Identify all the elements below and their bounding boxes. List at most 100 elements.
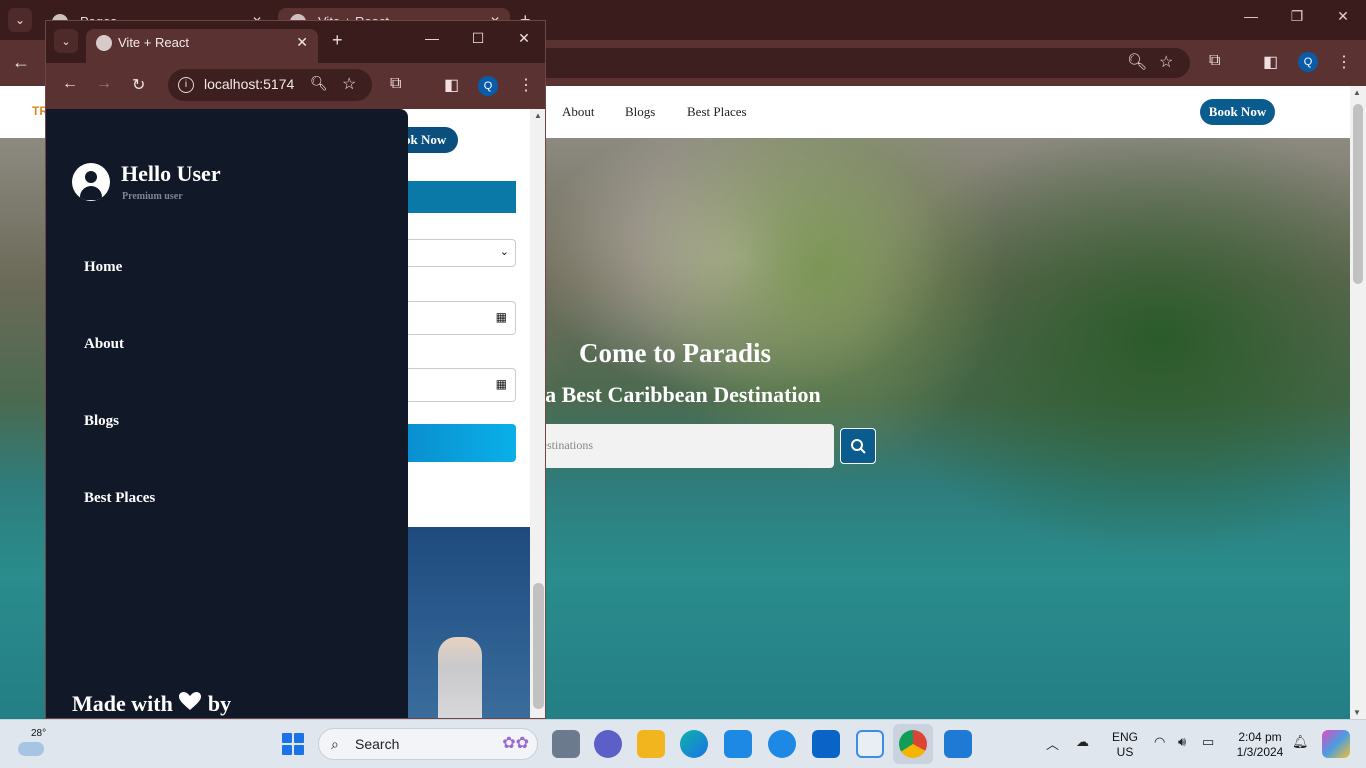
notification-bell-icon[interactable]: 🔔︎ [1292, 734, 1309, 750]
battery-icon[interactable]: ▭ [1202, 734, 1214, 750]
edge-icon[interactable] [680, 730, 708, 758]
outlook-icon[interactable] [812, 730, 840, 758]
volume-icon[interactable]: 🔊︎ [1178, 734, 1186, 750]
sidebar-drawer: Hello User Premium user Home About Blogs… [46, 109, 408, 718]
new-tab-button[interactable]: + [332, 30, 343, 51]
region-code: US [1116, 745, 1134, 759]
scroll-up-arrow[interactable]: ▲ [1353, 88, 1361, 97]
profile-avatar[interactable]: Q [1298, 52, 1318, 72]
footer-text: Made with [72, 691, 173, 716]
site-info-icon[interactable]: i [178, 77, 194, 93]
submit-button[interactable] [408, 424, 516, 462]
close-window-button[interactable]: ✕ [504, 30, 544, 47]
bookmark-star-icon[interactable]: ☆ [1159, 52, 1173, 72]
clock-time: 2:04 pm [1238, 730, 1282, 744]
nav-link-about[interactable]: About [562, 104, 595, 120]
taskbar-search[interactable]: ⌕ Search ✿✿ [318, 728, 538, 760]
chrome-icon[interactable] [899, 730, 927, 758]
calendar-icon: ▦ [495, 310, 507, 324]
language-indicator[interactable]: ENG US [1112, 730, 1138, 760]
zoom-icon[interactable]: 🔍︎ [310, 75, 328, 92]
search-highlight-icon: ✿✿ [502, 735, 529, 752]
weather-widget[interactable]: 28° [16, 728, 50, 762]
copilot-icon[interactable] [1322, 730, 1350, 758]
drawer-item-best-places[interactable]: Best Places [84, 490, 155, 507]
tab-search-button[interactable]: ⌄ [8, 8, 32, 32]
chat-icon[interactable] [594, 730, 622, 758]
cloud-icon [18, 742, 44, 756]
wifi-icon[interactable]: ◠ [1154, 734, 1165, 750]
drawer-item-about[interactable]: About [84, 336, 124, 353]
tips-icon[interactable] [768, 730, 796, 758]
hp-icon[interactable] [724, 730, 752, 758]
close-window-button[interactable]: ✕ [1320, 8, 1366, 25]
show-hidden-icons-chevron[interactable]: ︿ [1046, 734, 1059, 753]
user-avatar-icon [72, 163, 110, 201]
clock-date: 1/3/2024 [1236, 745, 1284, 759]
search-icon [851, 439, 866, 454]
chevron-down-icon: ⌄ [499, 246, 509, 258]
back-button[interactable]: ← [12, 52, 30, 73]
store-icon[interactable] [856, 730, 884, 758]
search-button[interactable] [840, 428, 876, 464]
bg-address-bar[interactable] [540, 48, 1190, 78]
globe-icon [96, 35, 112, 51]
minimize-button[interactable]: — [1228, 8, 1274, 24]
destination-search-input[interactable]: h Destinations [512, 424, 834, 468]
vscode-icon[interactable] [944, 730, 972, 758]
check-out-date-field[interactable]: ▦ [408, 368, 516, 402]
drawer-item-home[interactable]: Home [84, 259, 122, 276]
system-clock[interactable]: 2:04 pm 1/3/2024 [1230, 730, 1290, 760]
file-explorer-icon[interactable] [637, 730, 665, 758]
heart-icon [178, 691, 202, 717]
drawer-footer: Made with by [72, 691, 231, 717]
footer-suffix: by [207, 691, 232, 716]
zoom-icon[interactable]: 🔍︎ [1127, 52, 1147, 72]
fg-tab-strip: ⌄ Vite + React ✕ + — ☐ ✕ [46, 21, 545, 63]
bookmark-star-icon[interactable]: ☆ [342, 74, 356, 94]
nav-link-blogs[interactable]: Blogs [625, 104, 655, 120]
extensions-icon[interactable]: ⧉ [1209, 52, 1220, 70]
fg-toolbar: ← → ↻ i localhost:5174 🔍︎ ☆ ⧉ ◧ Q ⋮ [46, 63, 545, 109]
reload-button[interactable]: ↻ [132, 75, 145, 95]
fg-scrollbar[interactable]: ▲ [530, 109, 545, 718]
side-panel-icon[interactable]: ◧ [1263, 52, 1278, 72]
side-panel-icon[interactable]: ◧ [444, 75, 459, 95]
restore-button[interactable]: ❐ [1274, 8, 1320, 25]
task-view-icon[interactable] [552, 730, 580, 758]
start-button-icon[interactable] [282, 733, 304, 755]
windows-taskbar: 28° ⌕ Search ✿✿ ︿ ☁ ENG US ◠ 🔊︎ ▭ 2:04 p… [0, 719, 1366, 768]
minimize-button[interactable]: — [412, 30, 452, 46]
close-tab-icon[interactable]: ✕ [296, 34, 308, 51]
profile-avatar[interactable]: Q [478, 76, 498, 96]
fg-page-content: ok Now ⋮ ⌄ ▦ ▦ Hello User Premium user H… [46, 109, 530, 718]
greeting-title: Hello User [121, 161, 221, 186]
forward-button[interactable]: → [96, 75, 112, 93]
menu-kebab-icon[interactable]: ⋮ [518, 75, 534, 95]
scroll-up-arrow[interactable]: ▲ [534, 111, 542, 120]
form-header-bar [408, 181, 516, 213]
book-now-button[interactable]: Book Now [1200, 99, 1275, 125]
person-figure [438, 637, 482, 718]
user-role: Premium user [122, 191, 183, 202]
bg-scrollbar[interactable]: ▲ ▼ [1350, 86, 1366, 719]
fg-tab-vite[interactable]: Vite + React ✕ [86, 29, 318, 63]
url-text: localhost:5174 [204, 76, 295, 92]
address-bar[interactable]: i localhost:5174 🔍︎ ☆ [168, 69, 372, 101]
onedrive-icon[interactable]: ☁ [1076, 734, 1089, 750]
back-button[interactable]: ← [62, 75, 78, 93]
drawer-item-blogs[interactable]: Blogs [84, 413, 119, 430]
scroll-thumb[interactable] [533, 583, 544, 709]
destination-select[interactable]: ⌄ [408, 239, 516, 267]
nav-link-best-places[interactable]: Best Places [687, 104, 747, 120]
check-in-date-field[interactable]: ▦ [408, 301, 516, 335]
tab-search-button[interactable]: ⌄ [54, 29, 78, 53]
menu-kebab-icon[interactable]: ⋮ [1336, 52, 1352, 72]
scroll-down-arrow[interactable]: ▼ [1353, 708, 1361, 717]
foreground-browser-window: ⌄ Vite + React ✕ + — ☐ ✕ ← → ↻ i localho… [45, 20, 546, 719]
taskbar-search-label: Search [355, 736, 400, 752]
travel-photo [408, 527, 530, 718]
maximize-button[interactable]: ☐ [458, 30, 498, 47]
extensions-icon[interactable]: ⧉ [390, 75, 401, 93]
scroll-thumb[interactable] [1353, 104, 1363, 284]
